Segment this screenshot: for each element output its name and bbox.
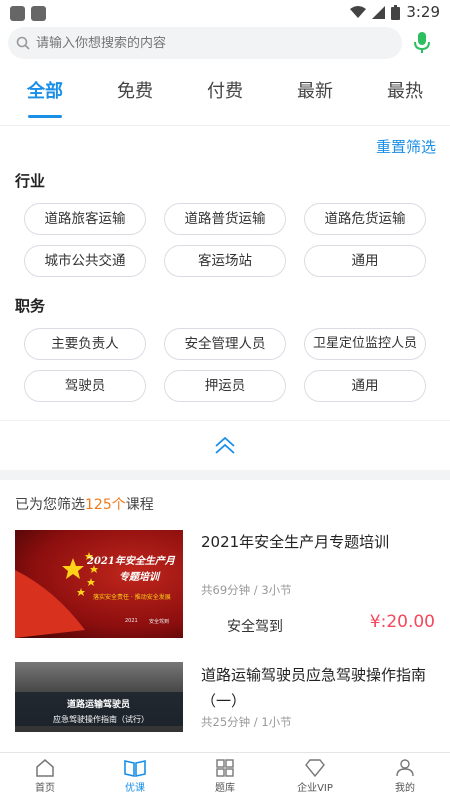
nav-question-bank-label: 题库 [215, 783, 235, 794]
search-input[interactable] [36, 35, 336, 51]
industry-options: 道路旅客运输 道路普货运输 道路危货运输 城市公共交通 客运场站 通用 [0, 203, 450, 277]
thumb-title-line1: 2021年安全生产月 [87, 556, 175, 567]
course-info: 道路运输驾驶员应急驾驶操作指南（一） 共25分钟 / 1小节 [183, 662, 435, 732]
thumb-title-line2: 应急驾驶操作指南（试行） [53, 715, 149, 724]
status-time: 3:29 [406, 3, 440, 21]
tab-all[interactable]: 全部 [0, 60, 90, 126]
nav-me-label: 我的 [395, 783, 415, 794]
diamond-icon [305, 759, 325, 777]
grid-icon [216, 759, 234, 777]
book-icon [124, 760, 146, 777]
battery-icon [391, 4, 401, 20]
course-price: ¥:20.00 [369, 612, 435, 632]
nav-home[interactable]: 首页 [0, 753, 90, 800]
voice-search-button[interactable] [402, 27, 442, 59]
section-divider [0, 470, 450, 480]
nav-question-bank[interactable]: 题库 [180, 753, 270, 800]
industry-chip[interactable]: 道路普货运输 [164, 203, 286, 235]
search-icon [16, 36, 30, 50]
industry-chip[interactable]: 道路危货运输 [304, 203, 426, 235]
status-bar: 3:29 [0, 0, 450, 26]
result-prefix: 已为您筛选 [15, 497, 85, 513]
notification-icon [10, 5, 25, 21]
search-box[interactable] [8, 27, 402, 59]
course-provider: 安全驾到 [227, 619, 283, 635]
thumb-title-line1: 道路运输驾驶员 [67, 700, 131, 710]
course-thumbnail: 道路运输驾驶员 应急驾驶操作指南（试行） [15, 662, 183, 732]
nav-me[interactable]: 我的 [360, 753, 450, 800]
course-info: 2021年安全生产月专题培训 共69分钟 / 3小节 安全驾到 ¥:20.00 [183, 530, 435, 658]
position-options: 主要负责人 安全管理人员 卫星定位监控人员 驾驶员 押运员 通用 [0, 328, 450, 402]
signal-icon [372, 5, 386, 19]
position-chip[interactable]: 卫星定位监控人员 [304, 328, 426, 360]
industry-chip[interactable]: 道路旅客运输 [24, 203, 146, 235]
thumb-title-line2: 专题培训 [119, 572, 159, 583]
industry-chip[interactable]: 客运场站 [164, 245, 286, 277]
user-icon [396, 759, 414, 777]
position-chip[interactable]: 通用 [304, 370, 426, 402]
search-row [0, 26, 450, 60]
course-item[interactable]: 2021年安全生产月 专题培训 落实安全责任 · 推动安全发展 2021 安全驾… [0, 530, 450, 658]
industry-title: 行业 [15, 172, 46, 190]
course-title: 道路运输驾驶员应急驾驶操作指南（一） [201, 666, 427, 710]
thumb-brand: 安全驾到 [149, 619, 170, 625]
wifi-icon [350, 5, 367, 18]
home-icon [36, 759, 54, 777]
chevron-up-icon [215, 436, 235, 454]
result-suffix: 课程 [125, 497, 154, 513]
tab-paid[interactable]: 付费 [180, 60, 270, 126]
result-number: 125个 [85, 497, 126, 513]
position-chip[interactable]: 驾驶员 [24, 370, 146, 402]
course-meta: 共25分钟 / 1小节 [201, 715, 292, 729]
thumb-slogan: 落实安全责任 · 推动安全发展 [93, 594, 171, 601]
nav-home-label: 首页 [35, 783, 55, 794]
tab-newest[interactable]: 最新 [270, 60, 360, 126]
tab-free[interactable]: 免费 [90, 60, 180, 126]
industry-chip[interactable]: 城市公共交通 [24, 245, 146, 277]
course-title: 2021年安全生产月专题培训 [201, 533, 390, 551]
course-item[interactable]: 道路运输驾驶员 应急驾驶操作指南（试行） 道路运输驾驶员应急驾驶操作指南（一） … [0, 662, 450, 732]
category-tabs: 全部 免费 付费 最新 最热 [0, 60, 450, 126]
nav-courses-label: 优课 [125, 783, 145, 794]
bottom-nav: 首页 优课 题库 企业VIP 我的 [0, 752, 450, 800]
position-chip[interactable]: 安全管理人员 [164, 328, 286, 360]
nav-enterprise-vip[interactable]: 企业VIP [270, 753, 360, 800]
nav-enterprise-vip-label: 企业VIP [297, 783, 333, 794]
position-chip[interactable]: 主要负责人 [24, 328, 146, 360]
nav-courses[interactable]: 优课 [90, 753, 180, 800]
reset-filter-button[interactable]: 重置筛选 [0, 126, 450, 166]
tab-hottest[interactable]: 最热 [360, 60, 450, 126]
microphone-icon [414, 32, 430, 53]
industry-chip[interactable]: 通用 [304, 245, 426, 277]
course-meta: 共69分钟 / 3小节 [201, 583, 292, 597]
position-title: 职务 [15, 297, 46, 315]
result-count: 已为您筛选125个课程 [0, 480, 450, 524]
collapse-filter-button[interactable] [0, 420, 450, 470]
notification-icon [31, 5, 46, 21]
thumb-year: 2021 [125, 618, 138, 624]
position-chip[interactable]: 押运员 [164, 370, 286, 402]
course-thumbnail: 2021年安全生产月 专题培训 落实安全责任 · 推动安全发展 2021 安全驾… [15, 530, 183, 638]
